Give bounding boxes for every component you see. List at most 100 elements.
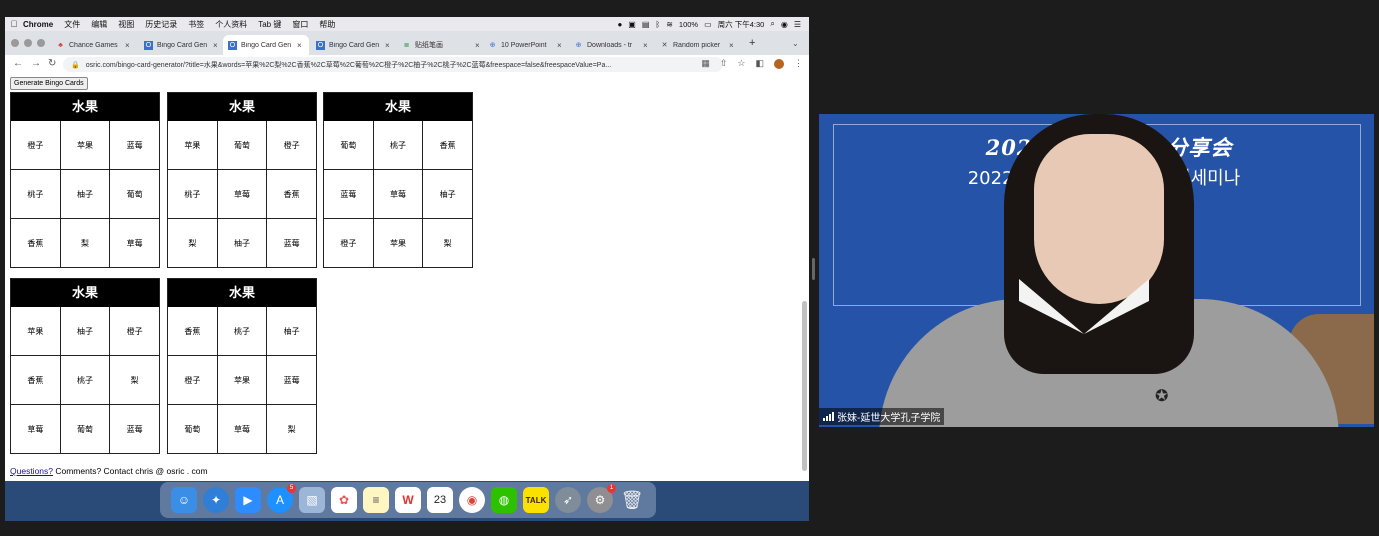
participant-name-label: 张妹-延世大学孔子学院 xyxy=(819,408,945,425)
bluetooth-icon[interactable]: ᛒ xyxy=(655,20,660,29)
bingo-cell: 葡萄 xyxy=(324,121,374,170)
bingo-cell: 葡萄 xyxy=(59,404,111,453)
close-icon[interactable]: × xyxy=(297,41,302,50)
translate-icon[interactable]: ▦ xyxy=(701,58,710,69)
menu-edit[interactable]: 编辑 xyxy=(91,19,107,30)
appstore-icon[interactable]: A5 xyxy=(267,484,296,513)
bingo-cell: 桃子 xyxy=(372,121,424,170)
more-menu-icon[interactable]: ⋮ xyxy=(794,58,803,69)
close-icon[interactable]: × xyxy=(385,41,390,50)
notes-icon[interactable]: ≡ xyxy=(363,487,389,513)
menubar-clock[interactable]: 周六 下午4:30 xyxy=(718,19,765,30)
menu-file[interactable]: 文件 xyxy=(64,19,80,30)
chrome-icon[interactable]: ◉ xyxy=(459,487,485,513)
participant-video[interactable]: 2022年孔 学经验分享会 2022공자아카데 교수법 양성세미나 ✪ 张妹-延… xyxy=(819,114,1374,427)
finder-icon[interactable]: ☺ xyxy=(171,487,197,513)
trash-icon[interactable]: 🗑 xyxy=(619,487,645,513)
osric-icon: O xyxy=(316,40,325,50)
control-center-icon[interactable]: ☰ xyxy=(794,20,801,29)
menu-history[interactable]: 历史记录 xyxy=(145,19,177,30)
generate-bingo-cards-button[interactable]: Generate Bingo Cards xyxy=(10,77,88,90)
menu-view[interactable]: 视图 xyxy=(118,19,134,30)
search-icon[interactable]: ⌕ xyxy=(770,19,774,29)
picker-icon: ✕ xyxy=(661,41,668,49)
menu-profile[interactable]: 个人资料 xyxy=(215,19,247,30)
reload-icon[interactable]: ↻ xyxy=(48,58,56,69)
apple-icon[interactable]:  xyxy=(5,19,23,29)
bingo-cell: 草莓 xyxy=(372,169,424,219)
tab-bingo-1[interactable]: O Bingo Card Gen × xyxy=(139,35,223,55)
safari-icon[interactable]: ✦ xyxy=(203,487,229,513)
close-icon[interactable]: × xyxy=(475,41,480,50)
close-window-button[interactable] xyxy=(11,39,19,47)
bingo-cell: 草莓 xyxy=(109,218,159,267)
new-tab-icon[interactable]: + xyxy=(749,37,755,49)
tab-chance-games[interactable]: ♣ Chance Games × xyxy=(51,35,137,55)
wechat-status-icon[interactable]: ● xyxy=(617,20,622,29)
bingo-cell: 香蕉 xyxy=(422,121,472,170)
menu-help[interactable]: 帮助 xyxy=(319,19,335,30)
calendar-day: 23 xyxy=(433,494,447,506)
bingo-cell: 苹果 xyxy=(59,121,111,170)
wechat-icon[interactable]: ◍ xyxy=(491,487,517,513)
questions-link[interactable]: Questions? xyxy=(10,466,53,476)
bingo-cell: 草莓 xyxy=(216,404,268,453)
forward-arrow-icon[interactable]: → xyxy=(31,58,41,69)
close-icon[interactable]: × xyxy=(729,41,734,50)
side-panel-icon[interactable]: ◧ xyxy=(755,58,764,69)
chevron-down-icon[interactable]: ⌄ xyxy=(792,39,799,48)
close-icon[interactable]: × xyxy=(125,41,130,50)
calendar-status-icon[interactable]: ▣ xyxy=(628,20,636,29)
tab-bingo-active[interactable]: O Bingo Card Gen × xyxy=(223,35,309,55)
back-arrow-icon[interactable]: ← xyxy=(13,58,23,69)
page-scrollbar[interactable] xyxy=(802,79,807,479)
kakaotalk-icon[interactable]: TALK xyxy=(523,487,549,513)
zoom-icon[interactable]: ▶ xyxy=(235,487,261,513)
lock-icon[interactable]: 🔒 xyxy=(71,61,80,69)
tab-powerpoint[interactable]: ⊕ 10 PowerPoint × xyxy=(483,35,567,55)
close-icon[interactable]: × xyxy=(213,41,218,50)
split-view-divider[interactable] xyxy=(812,258,815,280)
url-text[interactable]: osric.com/bingo-card-generator/?title=水果… xyxy=(86,60,706,70)
tab-random-picker[interactable]: ✕ Random picker × xyxy=(655,35,739,55)
omnibox[interactable]: 🔒 osric.com/bingo-card-generator/?title=… xyxy=(63,57,723,72)
calendar-icon[interactable]: 23 xyxy=(427,487,453,513)
wps-icon[interactable]: W xyxy=(395,487,421,513)
tab-stickers[interactable]: ≣ 贴纸笔画 × xyxy=(397,35,481,55)
bingo-cell: 梨 xyxy=(168,218,218,267)
bingo-cell: 橙子 xyxy=(109,307,159,356)
bingo-card-title: 水果 xyxy=(11,93,159,121)
bingo-cell: 香蕉 xyxy=(266,169,316,219)
share-icon[interactable]: ⇧ xyxy=(720,58,728,69)
close-icon[interactable]: × xyxy=(643,41,648,50)
launchpad-icon[interactable]: ➶ xyxy=(555,487,581,513)
bingo-cell: 葡萄 xyxy=(109,169,159,219)
siri-icon[interactable]: ◉ xyxy=(781,20,788,29)
settings-icon[interactable]: ⚙ 1 xyxy=(587,484,616,513)
battery-icon[interactable]: ▭ xyxy=(704,20,712,29)
photos-icon[interactable]: ✿ xyxy=(331,487,357,513)
menu-window[interactable]: 窗口 xyxy=(292,19,308,30)
bingo-grid: 葡萄 桃子 香蕉 蓝莓 草莓 柚子 橙子 苹果梨 xyxy=(324,121,472,267)
osric-icon: O xyxy=(228,40,237,50)
wifi-icon[interactable]: ≋ xyxy=(666,20,673,29)
keyboard-status-icon[interactable]: ▤ xyxy=(642,20,650,29)
menu-bookmarks[interactable]: 书签 xyxy=(188,19,204,30)
page-footer: Questions? Comments? Contact chris @ osr… xyxy=(10,466,208,476)
scrollbar-thumb[interactable] xyxy=(802,301,807,471)
tab-downloads[interactable]: ⊕ Downloads - tr × xyxy=(569,35,653,55)
bingo-card: 水果 香蕉 桃子 柚子 橙子 苹果 蓝莓 葡萄 草莓梨 xyxy=(167,278,317,454)
minimize-window-button[interactable] xyxy=(24,39,32,47)
bingo-cell: 柚子 xyxy=(422,169,472,219)
close-icon[interactable]: × xyxy=(557,41,562,50)
menu-chrome[interactable]: Chrome xyxy=(23,20,53,29)
bingo-cell: 香蕉 xyxy=(11,355,61,405)
menu-tab[interactable]: Tab 键 xyxy=(258,19,281,30)
preview-icon[interactable]: ▧ xyxy=(299,487,325,513)
bingo-card: 水果 葡萄 桃子 香蕉 蓝莓 草莓 柚子 橙子 苹果梨 xyxy=(323,92,473,268)
bookmark-star-icon[interactable]: ☆ xyxy=(737,58,745,69)
zoom-window-button[interactable] xyxy=(37,39,45,47)
profile-avatar[interactable] xyxy=(774,58,784,69)
bingo-card-title: 水果 xyxy=(168,93,316,121)
tab-bingo-3[interactable]: O Bingo Card Gen × xyxy=(311,35,395,55)
